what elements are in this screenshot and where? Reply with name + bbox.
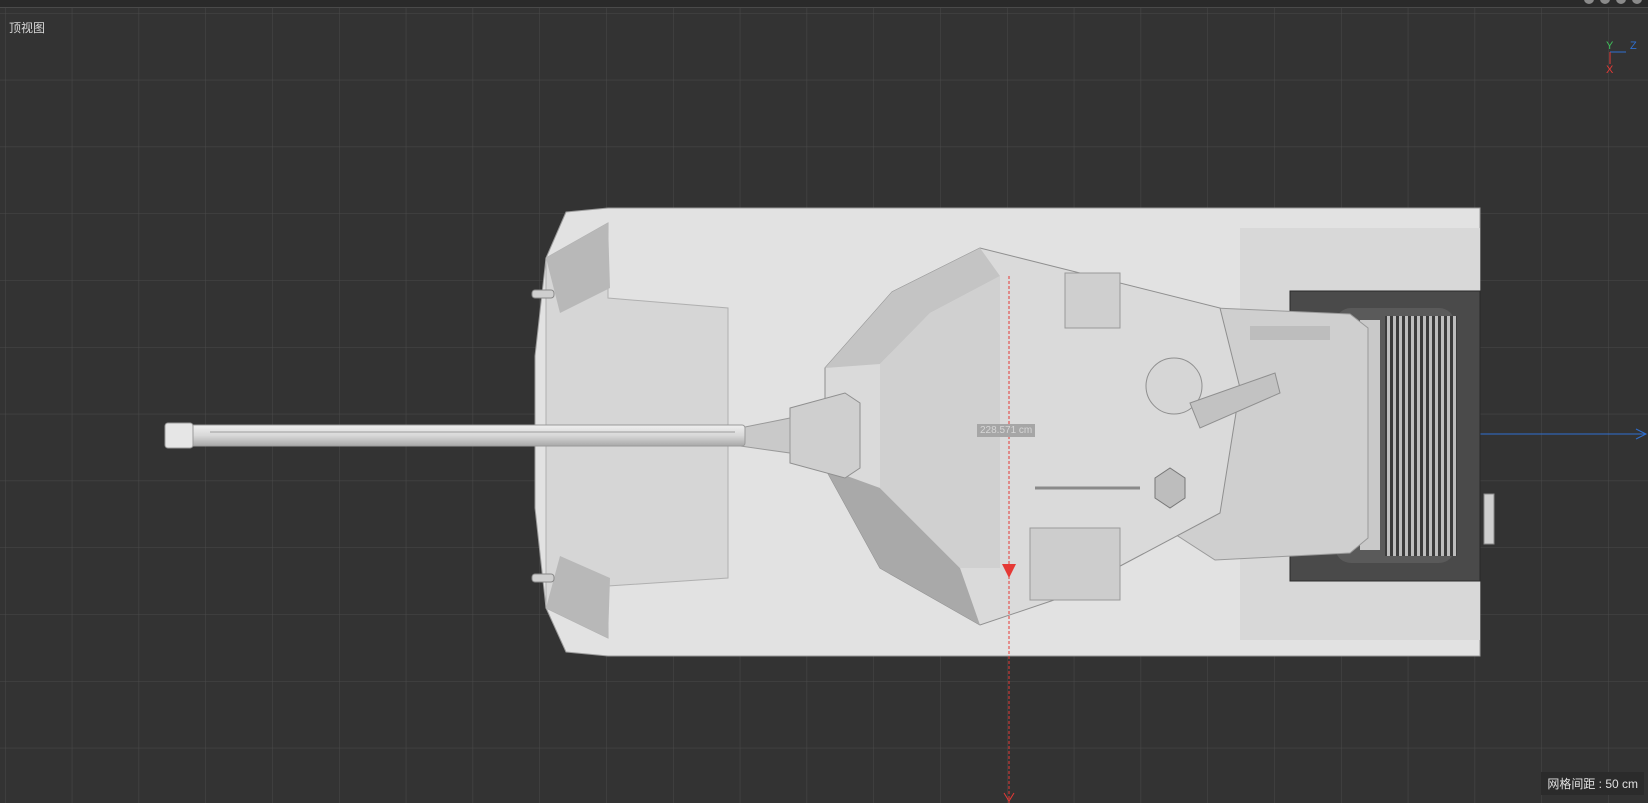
rack-rail <box>1250 326 1330 340</box>
circle-icon[interactable] <box>1584 0 1594 4</box>
measurement-label: 228.571 cm <box>977 424 1036 437</box>
viewport-controls <box>1584 0 1642 4</box>
grille-slats <box>1385 316 1457 556</box>
gun-barrel[interactable] <box>164 424 746 447</box>
axis-gizmo-lines <box>1609 51 1626 64</box>
top-view-viewport[interactable]: 顶视图 Y Z X 228.571 cm 网格间距 : 50 cm <box>0 8 1648 803</box>
headlight-left <box>531 289 555 299</box>
gun-mantlet <box>789 392 861 479</box>
headlight-right <box>531 573 555 583</box>
muzzle <box>164 422 194 449</box>
menu-icon[interactable] <box>10 0 22 5</box>
grid-spacing-label: 网格间距 : 50 cm <box>1541 772 1644 795</box>
view-name-label: 顶视图 <box>9 21 46 35</box>
viewport-title-strip <box>0 0 1648 8</box>
arrow-icon[interactable] <box>1600 0 1610 4</box>
hatch-left[interactable] <box>1064 272 1121 329</box>
refresh-icon[interactable] <box>1616 0 1626 4</box>
viewport-canvas[interactable] <box>0 8 1648 803</box>
axis-gizmo: Y Z X <box>1598 40 1648 90</box>
tow-bracket <box>1483 493 1495 545</box>
maximize-icon[interactable] <box>1632 0 1642 4</box>
hatch-right[interactable] <box>1029 527 1121 601</box>
